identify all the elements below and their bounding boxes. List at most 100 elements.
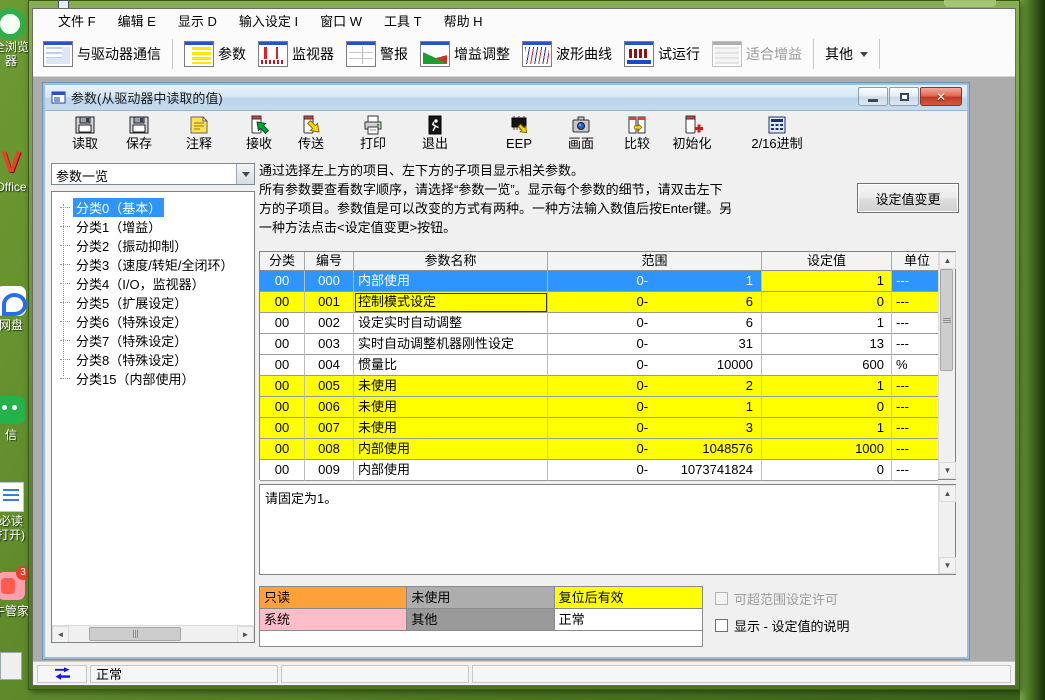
table-row[interactable]: 00003 实时自动调整机器刚性设定 0-31 13---	[260, 334, 938, 355]
menu-view[interactable]: 显示 D	[167, 9, 228, 32]
scroll-left-arrow[interactable]: ◄	[52, 626, 69, 643]
legend-system: 系统	[260, 609, 407, 631]
toolbar-separator	[172, 39, 173, 69]
minimize-button[interactable]	[858, 87, 888, 106]
parameter-toolbar: 读取 保存	[45, 111, 967, 156]
main-window: 文件 F 编辑 E 显示 D 输入设定 I 窗口 W 工具 T 帮助 H 与驱动…	[28, 0, 1020, 690]
table-row[interactable]: 00006 未使用 0-1 0---	[260, 397, 938, 418]
parameter-window: 参数(从驱动器中读取的值) ✕	[43, 83, 969, 659]
initialize-button[interactable]: 初始化	[663, 113, 721, 155]
scroll-down-arrow[interactable]: ▼	[939, 462, 956, 479]
scrollbar-thumb[interactable]	[89, 627, 181, 641]
menu-help[interactable]: 帮助 H	[433, 9, 494, 32]
compare-button[interactable]: 比较	[611, 113, 663, 155]
camera-icon	[569, 113, 593, 137]
main-caption-buttons[interactable]	[944, 0, 996, 7]
file-icon	[0, 652, 22, 680]
tree-item-class1[interactable]: 分类1（增益）	[58, 217, 254, 236]
toolbar-separator	[879, 39, 880, 69]
screenshot-button[interactable]: 画面	[555, 113, 607, 155]
trial-run-icon	[624, 41, 654, 67]
table-row[interactable]: 00004 惯量比 0-10000 600%	[260, 355, 938, 376]
print-button[interactable]: 打印	[347, 113, 399, 155]
scroll-right-arrow[interactable]: ►	[237, 626, 254, 643]
eep-button[interactable]: EEP	[493, 113, 545, 155]
send-button[interactable]: 传送	[285, 113, 337, 155]
menu-tools[interactable]: 工具 T	[373, 9, 433, 32]
checkbox-show-value-desc[interactable]: 显示 - 设定值的说明	[715, 616, 850, 635]
legend-readonly: 只读	[260, 587, 407, 609]
tree-item-class4[interactable]: 分类4（I/O，监视器）	[58, 274, 254, 293]
parameter-window-titlebar[interactable]: 参数(从驱动器中读取的值) ✕	[45, 85, 967, 111]
toolbar-alarm-button[interactable]: 警报	[340, 38, 414, 70]
tree-item-class3[interactable]: 分类3（速度/转矩/全闭环）	[58, 255, 254, 274]
toolbar-separator	[813, 39, 814, 69]
table-row[interactable]: 00005 未使用 0-2 1---	[260, 376, 938, 397]
category-dropdown[interactable]: 参数一览	[51, 163, 255, 185]
scroll-down-arrow[interactable]: ▼	[939, 557, 956, 574]
chevron-down-icon	[860, 52, 868, 61]
monitor-icon	[258, 41, 288, 67]
params-icon	[184, 41, 214, 67]
exit-button[interactable]: 退出	[409, 113, 461, 155]
app-icon	[58, 0, 69, 8]
table-row[interactable]: 00007 未使用 0-3 1---	[260, 418, 938, 439]
legend-other: 其他	[407, 609, 554, 631]
tree-horizontal-scrollbar[interactable]: ◄ ►	[52, 625, 254, 642]
chevron-down-icon	[242, 172, 250, 181]
tree-item-class6[interactable]: 分类6（特殊设定）	[58, 312, 254, 331]
checkbox-icon	[715, 592, 728, 605]
toolbar-wave-button[interactable]: 波形曲线	[516, 38, 618, 70]
toolbar-comm-button[interactable]: 与驱动器通信	[37, 38, 167, 70]
legend-normal: 正常	[555, 609, 702, 631]
tree-item-class0[interactable]: 分类0（基本）	[58, 198, 254, 217]
main-titlebar[interactable]	[32, 0, 1016, 8]
table-row[interactable]: 00008 内部使用 0-1048576 1000---	[260, 439, 938, 460]
menu-window[interactable]: 窗口 W	[309, 9, 373, 32]
dropdown-arrow-button[interactable]	[236, 164, 254, 184]
document-icon	[0, 482, 24, 512]
scroll-up-arrow[interactable]: ▲	[939, 485, 956, 502]
fit-gain-icon	[712, 41, 742, 67]
close-button[interactable]: ✕	[920, 87, 962, 106]
legend-reset: 复位后有效	[555, 587, 702, 609]
note-vertical-scrollbar[interactable]: ▲ ▼	[938, 485, 955, 574]
legend-empty-row	[260, 631, 702, 646]
parameter-table: 分类 编号 参数名称 范围 设定值 单位 00000 内部使用	[259, 251, 956, 480]
menu-edit[interactable]: 编辑 E	[107, 9, 167, 32]
menu-file[interactable]: 文件 F	[47, 9, 107, 32]
toolbar-params-button[interactable]: 参数	[178, 38, 252, 70]
initialize-icon	[680, 113, 704, 137]
status-panel	[281, 665, 469, 683]
change-value-button[interactable]: 设定值变更	[857, 183, 959, 213]
table-row[interactable]: 00002 设定实时自动调整 0-6 1---	[260, 313, 938, 334]
table-row[interactable]: 00009 内部使用 0-1073741824 0---	[260, 460, 938, 481]
waveform-icon	[522, 41, 552, 67]
tree-item-class7[interactable]: 分类7（特殊设定）	[58, 331, 254, 350]
read-button[interactable]: 读取	[59, 113, 111, 155]
receive-button[interactable]: 接收	[233, 113, 285, 155]
comment-button[interactable]: 注释	[173, 113, 225, 155]
wechat-icon	[0, 396, 26, 424]
toolbar-tryrun-button[interactable]: 试运行	[618, 38, 706, 70]
table-row[interactable]: 00000 内部使用 0-1 1---	[260, 271, 938, 292]
toolbar-gain-button[interactable]: 增益调整	[414, 38, 516, 70]
exit-icon	[423, 113, 447, 137]
scrollbar-thumb[interactable]	[940, 269, 953, 371]
parameter-note: 请固定为1。	[260, 485, 938, 574]
scroll-up-arrow[interactable]: ▲	[939, 252, 956, 269]
restore-button[interactable]	[889, 87, 919, 106]
tree-item-class15[interactable]: 分类15（内部使用）	[58, 369, 254, 388]
toolbar-monitor-button[interactable]: 监视器	[252, 38, 340, 70]
table-row[interactable]: 00001 控制模式设定 0-6 0---	[260, 292, 938, 313]
tree-item-class5[interactable]: 分类5（扩展设定）	[58, 293, 254, 312]
save-icon	[127, 113, 151, 137]
hex-dec-button[interactable]: 2/16进制	[741, 113, 813, 155]
parameter-note-box: 请固定为1。 ▲ ▼	[259, 484, 956, 575]
toolbar-other-button[interactable]: 其他	[819, 41, 874, 67]
table-vertical-scrollbar[interactable]: ▲ ▼	[938, 252, 955, 479]
save-button[interactable]: 保存	[113, 113, 165, 155]
tree-item-class2[interactable]: 分类2（振动抑制）	[58, 236, 254, 255]
menu-input[interactable]: 输入设定 I	[228, 9, 309, 32]
tree-item-class8[interactable]: 分类8（特殊设定）	[58, 350, 254, 369]
